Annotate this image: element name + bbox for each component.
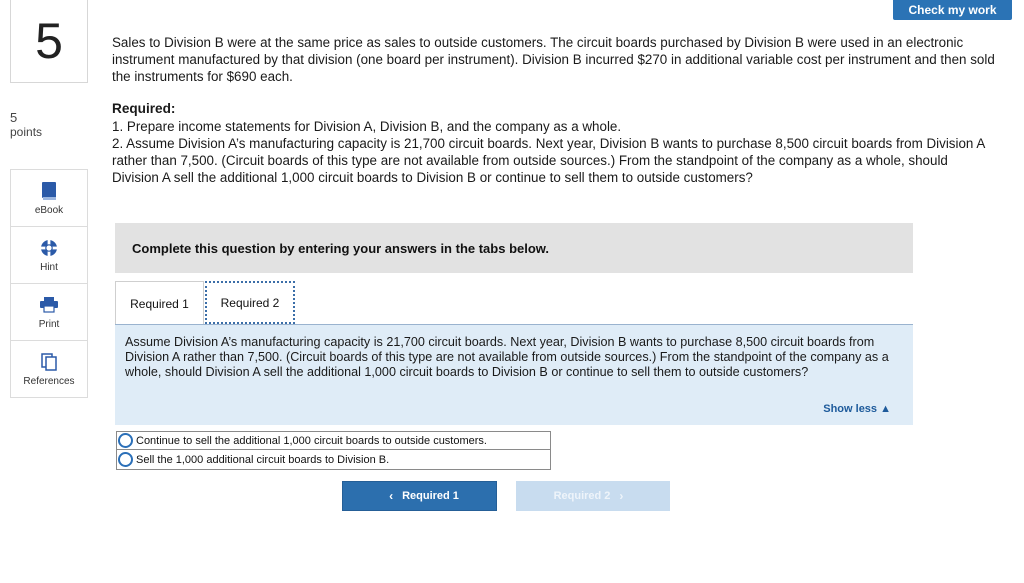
answer-tabs: Required 1 Required 2 xyxy=(115,281,913,325)
option-continue-outside[interactable]: Continue to sell the additional 1,000 ci… xyxy=(116,431,551,450)
radio-button[interactable] xyxy=(118,433,133,448)
points-label: points xyxy=(10,125,43,139)
instruction-banner: Complete this question by entering your … xyxy=(115,223,913,273)
tab-required-2[interactable]: Required 2 xyxy=(205,281,295,324)
print-label: Print xyxy=(38,319,60,330)
ebook-button[interactable]: eBook xyxy=(11,170,87,227)
check-my-work-button[interactable]: Check my work xyxy=(893,0,1012,20)
lifebuoy-icon xyxy=(40,237,58,259)
question-number: 5 xyxy=(10,0,88,83)
option-sell-to-division-b[interactable]: Sell the 1,000 additional circuit boards… xyxy=(116,450,551,470)
tab-required-1[interactable]: Required 1 xyxy=(115,281,204,325)
prev-tab-label: Required 1 xyxy=(402,490,459,502)
required-heading: Required: xyxy=(112,101,176,116)
required-list: 1. Prepare income statements for Divisio… xyxy=(112,118,992,186)
print-button[interactable]: Print xyxy=(11,284,87,341)
required-item: 1. Prepare income statements for Divisio… xyxy=(112,119,622,134)
radio-button[interactable] xyxy=(118,452,133,467)
question-prompt: Sales to Division B were at the same pri… xyxy=(112,35,995,84)
references-button[interactable]: References xyxy=(11,341,87,397)
next-tab-label: Required 2 xyxy=(553,490,611,502)
printer-icon xyxy=(40,294,58,316)
instruction-text: Complete this question by entering your … xyxy=(132,240,550,256)
documents-icon xyxy=(41,351,57,373)
show-less-link[interactable]: Show less ▲ xyxy=(823,402,891,417)
answer-options: Continue to sell the additional 1,000 ci… xyxy=(116,431,551,470)
chevron-right-icon: › xyxy=(619,489,624,503)
chevron-left-icon: ‹ xyxy=(389,489,394,503)
references-label: References xyxy=(23,376,75,387)
book-icon xyxy=(41,180,57,202)
option-label: Sell the 1,000 additional circuit boards… xyxy=(136,453,390,466)
tool-panel: eBook Hint Print References xyxy=(10,169,88,398)
points-info: 5 points xyxy=(10,110,43,140)
hint-button[interactable]: Hint xyxy=(11,227,87,284)
tab-panel: Assume Division A’s manufacturing capaci… xyxy=(115,325,913,425)
required-item: 2. Assume Division A’s manufacturing cap… xyxy=(112,136,985,185)
panel-text: Assume Division A’s manufacturing capaci… xyxy=(125,335,889,379)
hint-label: Hint xyxy=(40,262,58,273)
question-page: 5 5 points eBook Hint Print References C… xyxy=(0,0,1024,583)
option-label: Continue to sell the additional 1,000 ci… xyxy=(136,434,487,447)
prev-tab-button[interactable]: ‹ Required 1 xyxy=(342,481,497,511)
ebook-label: eBook xyxy=(34,205,64,216)
next-tab-button[interactable]: Required 2 › xyxy=(516,481,670,511)
points-value: 5 xyxy=(10,110,18,125)
